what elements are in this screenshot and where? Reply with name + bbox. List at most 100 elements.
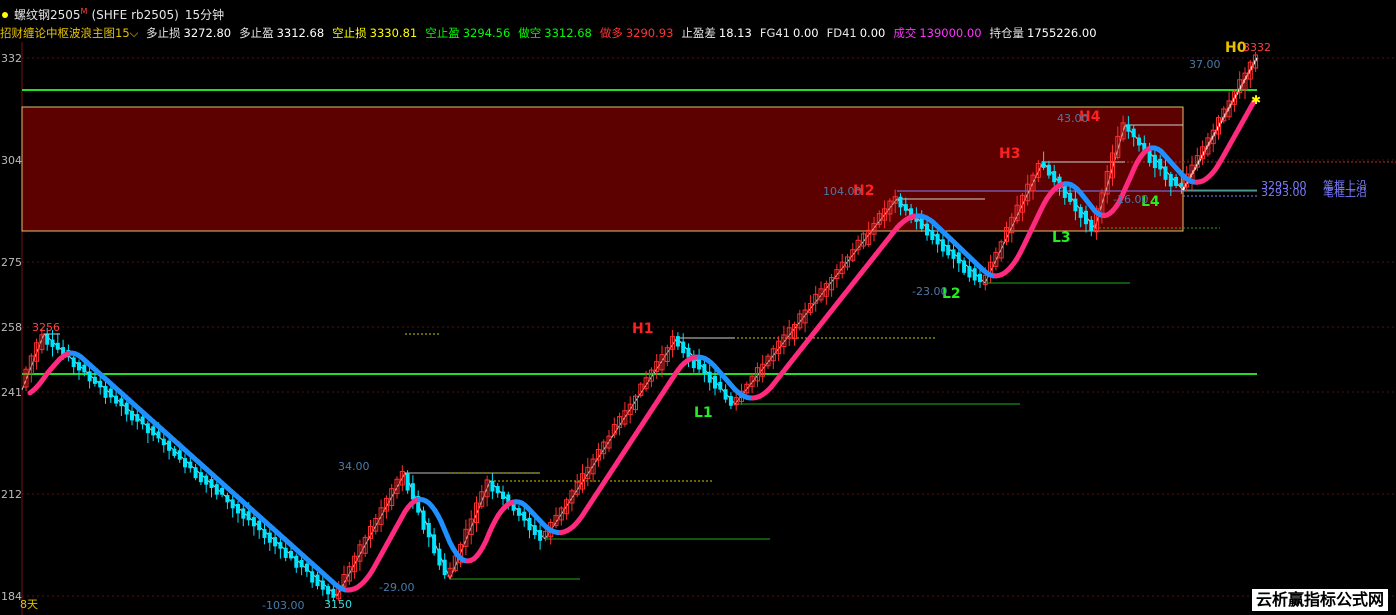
period-selector[interactable]: 15分钟 [185,8,224,22]
candle-body [1126,124,1131,132]
indicator-value: 18.13 [718,26,752,40]
candle-body [262,529,267,538]
candle-body [114,395,119,404]
h0-price: 3332 [1243,41,1271,54]
candle-body [331,588,336,598]
candle-body [310,571,315,583]
candle-body [538,529,543,541]
kline-chart[interactable]: 332 304 275 258 241 212 184 ✱ H0 3332 H1… [0,0,1396,615]
candle-body [82,364,87,373]
candle-body [92,376,97,384]
candle-body [919,217,924,229]
candle-body [326,586,331,595]
indicator-value: 1755226.00 [1027,26,1097,40]
candle-body [50,339,55,347]
indicator-values: 多止损 3272.80 多止盈 3312.68 空止损 3330.81 空止盈 3294.56… [146,26,1105,40]
bottom-days-label: 8天 [20,598,38,611]
candle-body [299,559,304,568]
candle-body [940,239,945,252]
candle-body [246,511,251,521]
indicator-label: 成交 [893,26,917,40]
candle-body [209,479,214,488]
start-high-label: 3256 [32,321,60,334]
candle-body [77,362,81,371]
indicator-label: 空止盈 [425,26,460,40]
candle-body [1179,182,1184,187]
candle-body [501,491,505,500]
candle-body [903,204,908,211]
candle-body [188,461,193,469]
candle-body [432,534,437,554]
candle-body [490,480,495,492]
candle-body [925,223,929,236]
candle-body [304,563,309,572]
candle-body [193,467,198,479]
status-dot-icon [2,12,8,18]
candle-body [707,371,712,383]
candle-body [956,252,961,264]
candle-body [161,438,166,446]
candle-body [532,525,537,536]
candle-body [527,517,532,531]
candle-body [283,547,288,558]
watermark: 云析赢指标公式网 [1251,589,1388,611]
swing-value: 43.00 [1057,112,1089,125]
h1-label: H1 [632,321,653,337]
candle-body [151,426,156,436]
swing-value: -16.00 [1113,193,1148,206]
swing-value: 37.00 [1189,58,1221,71]
indicator-value: 0.00 [793,26,819,40]
candle-body [108,388,113,398]
indicator-label: FG41 [759,26,790,40]
y-tick: 304 [1,154,22,167]
candle-body [1078,207,1083,218]
candle-body [241,508,246,519]
candle-body [951,249,956,259]
candle-body [1168,173,1173,187]
l3-label: L3 [1052,230,1071,246]
indicator-value: 3272.80 [183,26,232,40]
main-contract-mark: M [80,7,88,16]
indicator-label: 空止损 [332,26,367,40]
candle-body [251,517,256,527]
candle-body [516,508,521,516]
indicator-name[interactable]: 招财缠论中枢波浪主图15 [0,26,130,40]
candle-body [1041,161,1046,168]
candle-body [426,522,431,538]
candle-body [214,484,219,495]
instrument-name[interactable]: 螺纹钢2505 [14,8,81,22]
candle-body [728,396,733,406]
candle-body [198,472,203,483]
chevron-down-icon[interactable]: ⌵ [130,26,139,40]
y-axis-labels: 332 304 275 258 241 212 184 [1,52,22,603]
candle-body [1163,166,1168,180]
candle-body [1068,192,1073,202]
indicator-value: 3290.93 [625,26,674,40]
candle-body [1084,210,1088,225]
candle-body [421,510,426,530]
candle-body [930,230,935,241]
candle-body [220,487,225,495]
candle-body [87,371,92,382]
y-tick: 332 [1,52,22,65]
candle-body [289,550,293,559]
candle-body [1089,219,1094,231]
candle-body [71,357,76,367]
candle-body [1052,171,1057,183]
candle-body [1152,154,1157,169]
candle-body [167,440,172,451]
swing-value: -103.00 [262,599,304,612]
candle-body [675,336,680,347]
candle-body [124,402,129,415]
candle-body [267,532,272,543]
indicator-label: FD41 [826,26,857,40]
candle-body [686,347,691,358]
candle-body [278,542,283,549]
candle-body [967,266,972,278]
indicator-label: 多止盈 [239,26,274,40]
candle-body [1131,128,1136,138]
indicator-value: 3330.81 [369,26,418,40]
candle-body [320,580,325,590]
candle-body [935,233,940,245]
y-tick: 241 [1,386,22,399]
